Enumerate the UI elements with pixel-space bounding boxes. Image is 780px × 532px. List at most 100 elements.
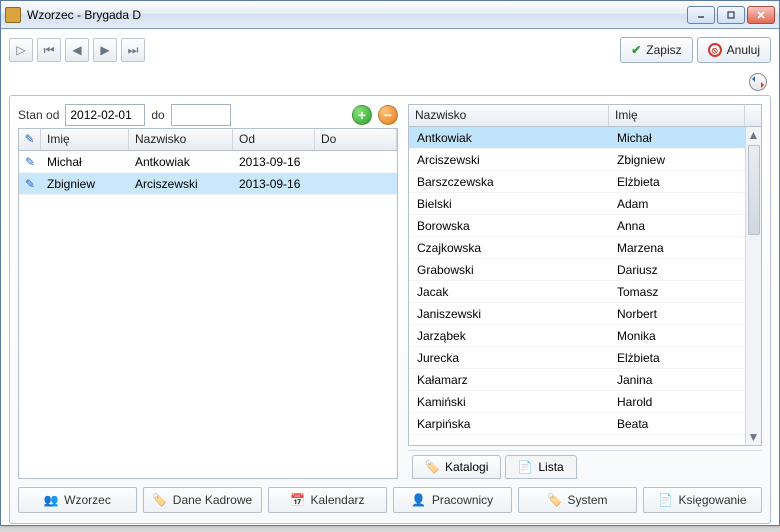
employee-row[interactable]: BielskiAdam [409, 193, 745, 215]
pencil-icon: ✎ [25, 155, 35, 169]
check-icon: ✔ [631, 43, 641, 57]
system-icon: 🏷️ [547, 493, 561, 507]
nav-first-button[interactable]: ⏮ [37, 38, 61, 62]
employee-row[interactable]: KarpińskaBeata [409, 413, 745, 435]
nav-next-button[interactable]: ▶ [93, 38, 117, 62]
cell-imie: Tomasz [609, 285, 745, 299]
list-icon: 📄 [518, 460, 532, 474]
tab-pracownicy[interactable]: 👤Pracownicy [393, 487, 512, 513]
cell-nazwisko: Jurecka [409, 351, 609, 365]
cell-imie: Michał [41, 155, 129, 169]
tab-lista[interactable]: 📄Lista [505, 455, 576, 479]
col-do[interactable]: Do [315, 129, 397, 150]
tab-katalogi[interactable]: 🏷️Katalogi [412, 455, 501, 479]
cell-imie: Elżbieta [609, 175, 745, 189]
cell-imie: Elżbieta [609, 351, 745, 365]
cell-imie: Norbert [609, 307, 745, 321]
cell-nazwisko: Czajkowska [409, 241, 609, 255]
employee-row[interactable]: JaniszewskiNorbert [409, 303, 745, 325]
col-imie[interactable]: Imię [41, 129, 129, 150]
label-do: do [151, 108, 164, 122]
date-from-input[interactable] [65, 104, 145, 126]
cancel-button[interactable]: ⦸Anuluj [697, 37, 771, 63]
app-icon [5, 7, 21, 23]
main-panel: Stan od do + − ✎ Imię Nazwisko Od [9, 95, 771, 524]
cell-imie: Michał [609, 131, 745, 145]
tab-ksiegowanie[interactable]: 📄Księgowanie [643, 487, 762, 513]
cell-nazwisko: Arciszewski [409, 153, 609, 167]
date-to-input[interactable] [171, 104, 231, 126]
close-button[interactable] [747, 6, 775, 24]
cell-od: 2013-09-16 [233, 155, 315, 169]
cell-imie: Zbigniew [609, 153, 745, 167]
tree-icon: 🏷️ [425, 460, 439, 474]
cell-imie: Anna [609, 219, 745, 233]
cell-nazwisko: Arciszewski [129, 177, 233, 191]
nav-play-button[interactable]: ▷ [9, 38, 33, 62]
swap-panels-button[interactable] [749, 73, 767, 91]
employee-row[interactable]: AntkowiakMichał [409, 127, 745, 149]
toolbar: ▷ ⏮ ◀ ▶ ⏭ ✔Zapisz ⦸Anuluj [9, 35, 771, 65]
cell-od: 2013-09-16 [233, 177, 315, 191]
tab-system[interactable]: 🏷️System [518, 487, 637, 513]
employee-row[interactable]: CzajkowskaMarzena [409, 237, 745, 259]
tab-wzorzec[interactable]: 👥Wzorzec [18, 487, 137, 513]
employees-grid[interactable]: Nazwisko Imię AntkowiakMichałArciszewski… [408, 104, 762, 446]
remove-row-button[interactable]: − [378, 105, 398, 125]
cell-nazwisko: Borowska [409, 219, 609, 233]
tab-kalendarz[interactable]: 📅Kalendarz [268, 487, 387, 513]
org-icon: 🏷️ [153, 493, 167, 507]
people-icon: 👥 [44, 493, 58, 507]
add-row-button[interactable]: + [352, 105, 372, 125]
save-button[interactable]: ✔Zapisz [620, 37, 692, 63]
col-od[interactable]: Od [233, 129, 315, 150]
cell-nazwisko: Kamiński [409, 395, 609, 409]
member-row[interactable]: ✎ ZbigniewArciszewski2013-09-16 [19, 173, 397, 195]
pencil-icon: ✎ [25, 177, 35, 191]
nav-prev-button[interactable]: ◀ [65, 38, 89, 62]
doc-icon: 📄 [658, 493, 672, 507]
minimize-button[interactable] [687, 6, 715, 24]
scroll-down-icon[interactable]: ▼ [747, 429, 761, 445]
nav-last-button[interactable]: ⏭ [121, 38, 145, 62]
filter-bar: Stan od do + − [18, 104, 398, 126]
cell-nazwisko: Kałamarz [409, 373, 609, 387]
window-frame: Wzorzec - Brygada D ▷ ⏮ ◀ ▶ ⏭ ✔Zapisz ⦸A… [0, 0, 780, 526]
cell-nazwisko: Antkowiak [129, 155, 233, 169]
cell-nazwisko: Janiszewski [409, 307, 609, 321]
employee-row[interactable]: JarząbekMonika [409, 325, 745, 347]
label-stan-od: Stan od [18, 108, 59, 122]
employee-row[interactable]: KałamarzJanina [409, 369, 745, 391]
cell-imie: Adam [609, 197, 745, 211]
calendar-icon: 📅 [290, 493, 304, 507]
cell-imie: Beata [609, 417, 745, 431]
employee-row[interactable]: ArciszewskiZbigniew [409, 149, 745, 171]
col-nazwisko[interactable]: Nazwisko [129, 129, 233, 150]
maximize-button[interactable] [717, 6, 745, 24]
cell-imie: Monika [609, 329, 745, 343]
employee-row[interactable]: BorowskaAnna [409, 215, 745, 237]
employee-row[interactable]: KamińskiHarold [409, 391, 745, 413]
cell-nazwisko: Barszczewska [409, 175, 609, 189]
employee-row[interactable]: JureckaElżbieta [409, 347, 745, 369]
cell-nazwisko: Bielski [409, 197, 609, 211]
cell-nazwisko: Grabowski [409, 263, 609, 277]
titlebar[interactable]: Wzorzec - Brygada D [1, 1, 779, 29]
employee-row[interactable]: GrabowskiDariusz [409, 259, 745, 281]
cell-nazwisko: Antkowiak [409, 131, 609, 145]
col-nazwisko-r[interactable]: Nazwisko [409, 105, 609, 126]
members-grid[interactable]: ✎ Imię Nazwisko Od Do ✎ MichałAntkowiak20… [18, 128, 398, 479]
employee-row[interactable]: BarszczewskaElżbieta [409, 171, 745, 193]
tab-dane-kadrowe[interactable]: 🏷️Dane Kadrowe [143, 487, 262, 513]
cell-imie: Marzena [609, 241, 745, 255]
scroll-thumb[interactable] [748, 145, 760, 235]
col-imie-r[interactable]: Imię [609, 105, 745, 126]
cell-nazwisko: Jarząbek [409, 329, 609, 343]
employees-scrollbar[interactable]: ▲ ▼ [745, 127, 761, 445]
cell-nazwisko: Karpińska [409, 417, 609, 431]
member-row[interactable]: ✎ MichałAntkowiak2013-09-16 [19, 151, 397, 173]
cancel-icon: ⦸ [708, 43, 722, 57]
cell-imie: Zbigniew [41, 177, 129, 191]
scroll-up-icon[interactable]: ▲ [747, 127, 761, 143]
employee-row[interactable]: JacakTomasz [409, 281, 745, 303]
